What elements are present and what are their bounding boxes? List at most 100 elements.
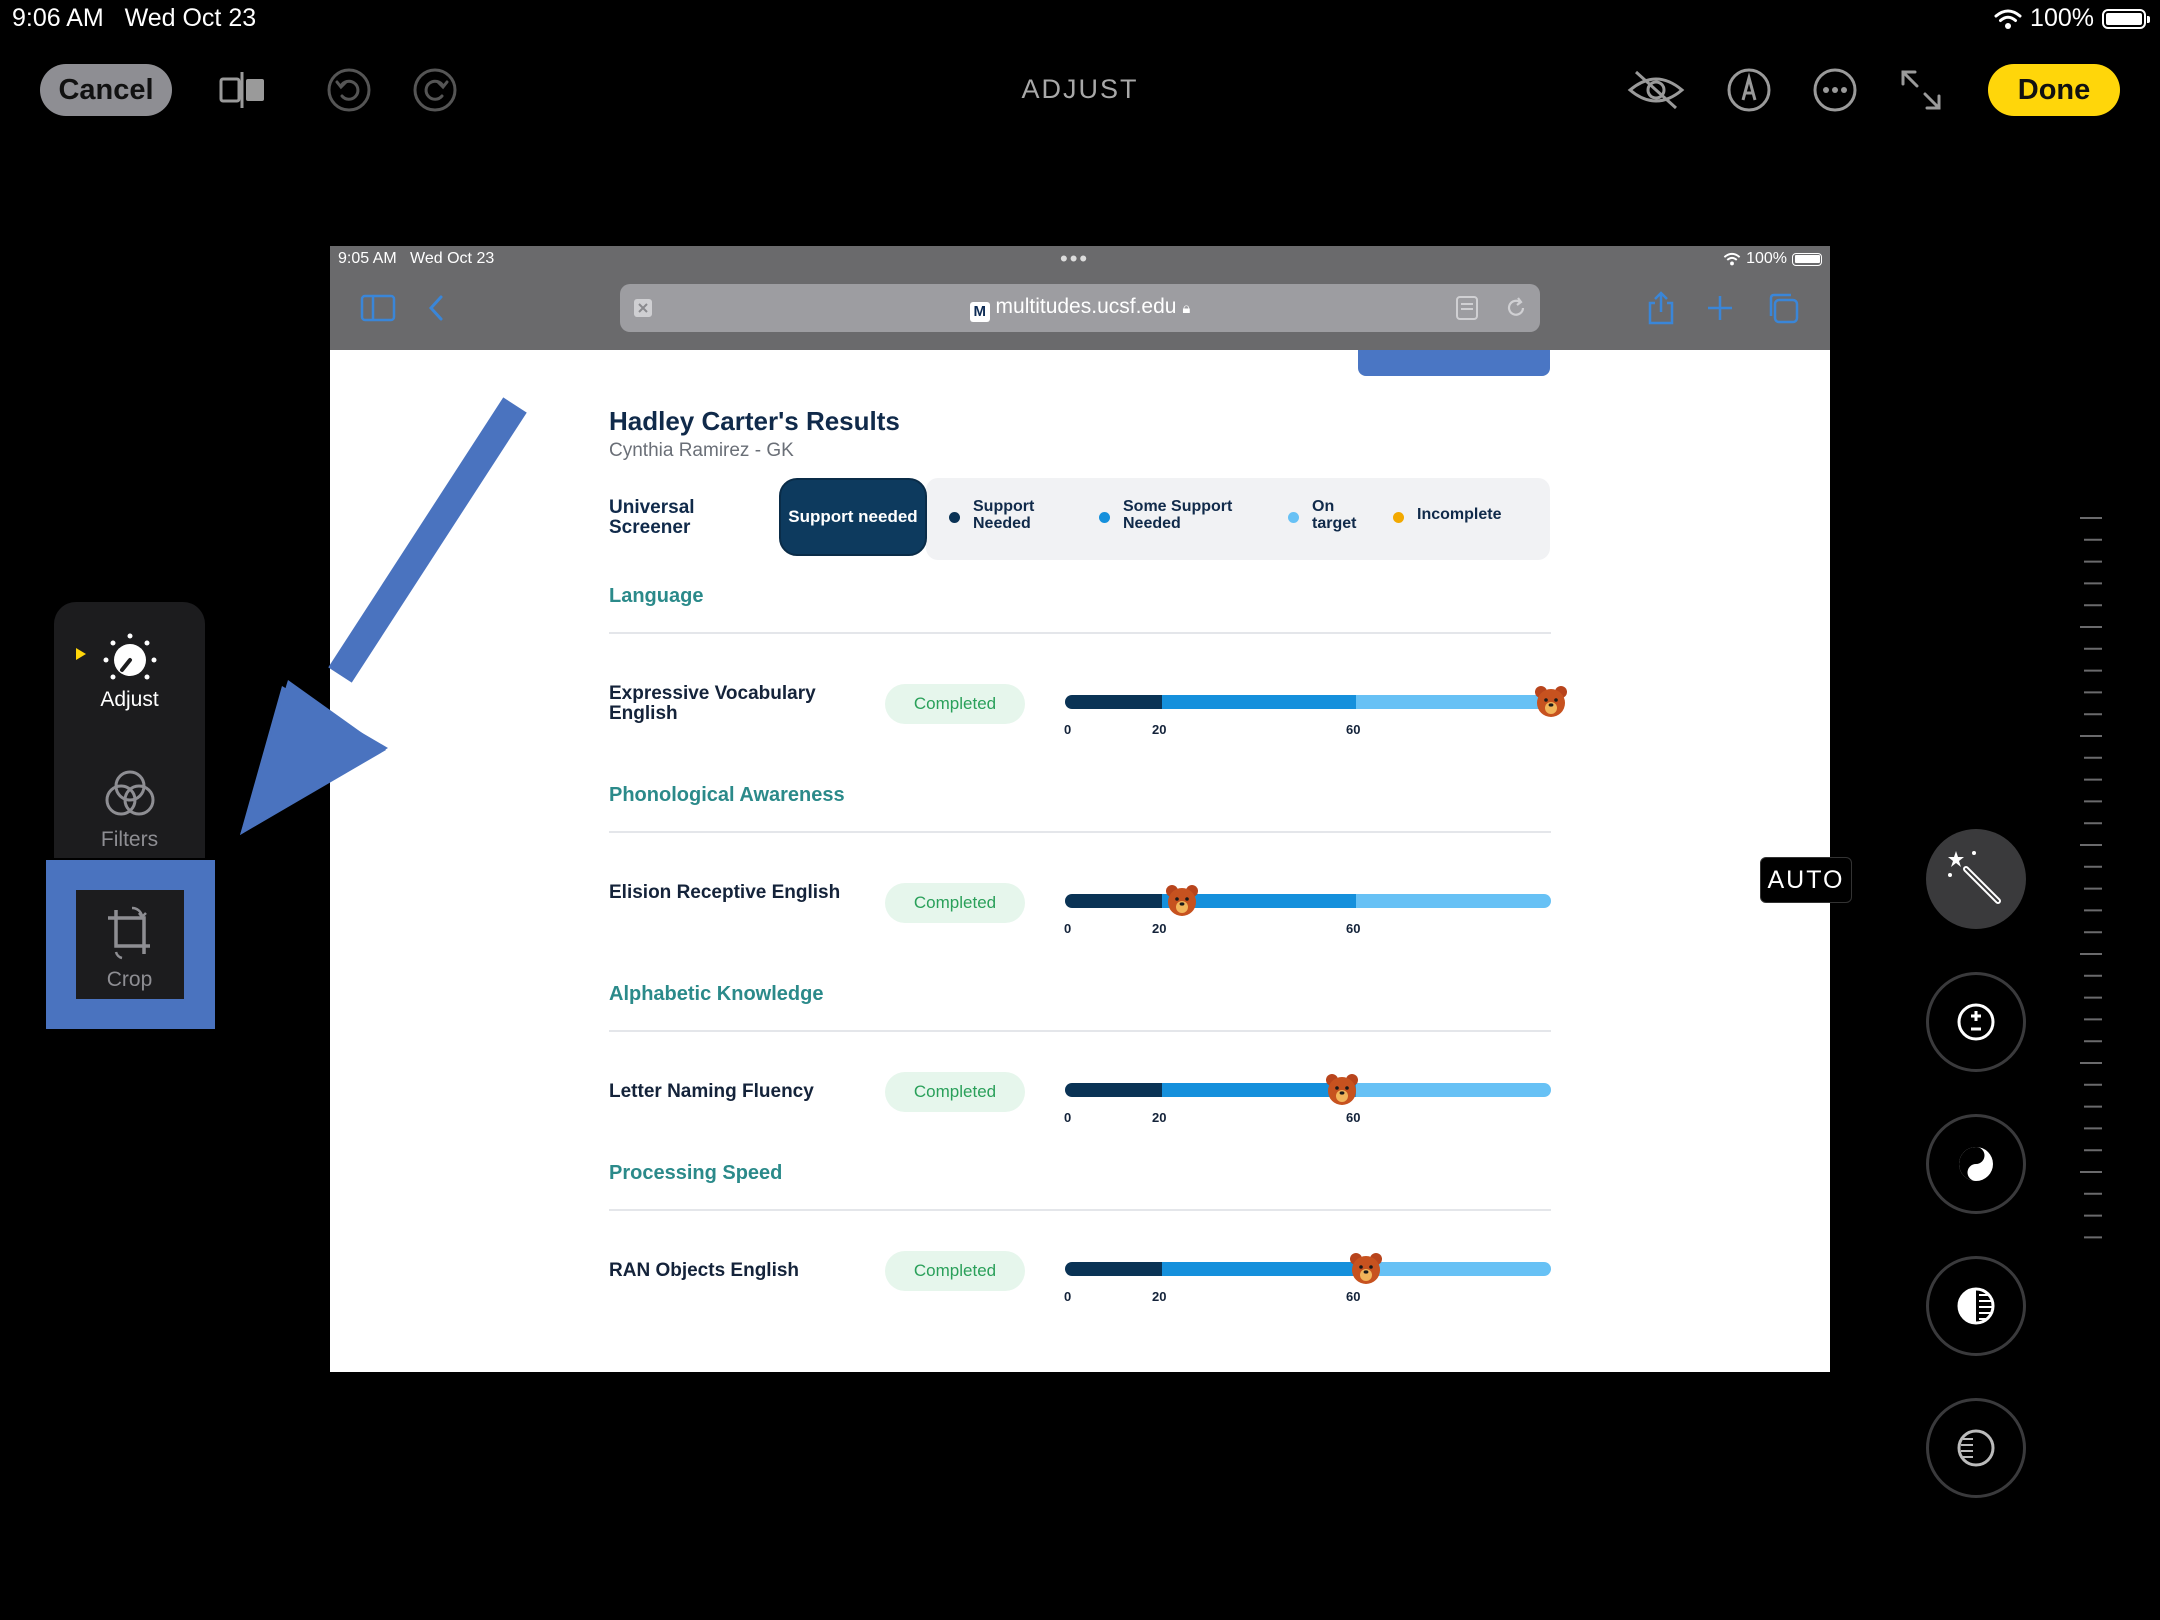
support-needed-pill: Support needed — [779, 478, 927, 556]
tick-label: 0 — [1064, 1110, 1072, 1125]
tick-label: 0 — [1064, 921, 1072, 936]
legend-dot — [1099, 512, 1110, 523]
edited-screenshot: 9:05 AM Wed Oct 23 ••• 100% M multitudes… — [330, 246, 1830, 1372]
legend-label: Support Needed — [973, 498, 1035, 532]
battery-percent: 100% — [2030, 4, 2094, 32]
site-favicon-icon: M — [969, 302, 990, 322]
row-label: Expressive Vocabulary English — [609, 683, 816, 724]
back-chevron-icon — [428, 295, 443, 321]
annotation-arrow — [240, 397, 527, 835]
status-badge: Completed — [885, 883, 1025, 923]
row-label: Elision Receptive English — [609, 882, 841, 903]
universal-screener-label: Universal Screener — [609, 497, 695, 538]
tick-label: 20 — [1152, 1110, 1167, 1125]
hide-eye-icon[interactable] — [1626, 66, 1686, 114]
tick-label: 20 — [1152, 921, 1167, 936]
shot-status-time: 9:05 AM Wed Oct 23 — [338, 250, 494, 268]
shadows-button[interactable] — [1926, 1398, 2026, 1498]
tick-label: 60 — [1346, 921, 1361, 936]
reload-icon — [1507, 297, 1525, 316]
shot-date: Wed Oct 23 — [410, 250, 495, 267]
tick-label: 0 — [1064, 722, 1072, 737]
legend-label: Incomplete — [1417, 506, 1502, 523]
crop-tool-label[interactable]: Crop — [54, 968, 205, 992]
results-title: Hadley Carter's Results — [609, 406, 900, 436]
shadows-icon — [1957, 1429, 1995, 1467]
results-page: Hadley Carter's Results Cynthia Ramirez … — [330, 350, 1830, 1372]
brilliance-icon — [1959, 1147, 1993, 1181]
row-label: RAN Objects English — [609, 1260, 800, 1281]
brilliance-button[interactable] — [1926, 1114, 2026, 1214]
url-row: M multitudes.ucsf.edu 🔒︎ — [620, 295, 1540, 322]
section-heading: Alphabetic Knowledge — [609, 983, 824, 1005]
bear-marker-icon — [1165, 885, 1198, 916]
score-track — [1065, 695, 1551, 709]
selected-indicator-icon — [76, 648, 86, 660]
reader-icon — [1456, 296, 1478, 320]
markup-icon[interactable] — [1725, 66, 1773, 114]
adjust-slider[interactable] — [2080, 516, 2104, 1246]
bear-marker-icon — [1350, 1253, 1383, 1284]
filters-tool-label[interactable]: Filters — [54, 828, 205, 852]
lock-icon: 🔒︎ — [1182, 300, 1191, 317]
legend-dot — [1393, 512, 1404, 523]
tick-label: 0 — [1064, 1289, 1072, 1304]
highlights-icon — [1957, 1287, 1995, 1325]
tick-label: 20 — [1152, 1289, 1167, 1304]
adjust-dial-icon[interactable] — [100, 630, 160, 690]
shot-battery-icon — [1792, 252, 1822, 266]
legend-label: On target — [1312, 498, 1357, 532]
status-time: 9:06 AM — [12, 4, 104, 32]
more-icon[interactable] — [1811, 66, 1859, 114]
magic-wand-icon — [1948, 851, 2001, 904]
section-heading: Processing Speed — [609, 1162, 783, 1184]
shot-time: 9:05 AM — [338, 250, 397, 267]
undo-icon[interactable] — [325, 66, 373, 114]
crop-icon[interactable] — [104, 904, 156, 960]
adjust-tool-label[interactable]: Adjust — [54, 688, 205, 712]
score-track — [1065, 1083, 1551, 1097]
section-heading: Language — [609, 585, 704, 607]
auto-label: AUTO — [1760, 857, 1852, 903]
multitask-dots: ••• — [1060, 246, 1090, 271]
cancel-button[interactable]: Cancel — [40, 64, 172, 116]
status-badge: Completed — [885, 1251, 1025, 1291]
tick-label: 60 — [1346, 1289, 1361, 1304]
sidebar-icon — [360, 294, 396, 322]
tick-label: 60 — [1346, 722, 1361, 737]
divider — [609, 632, 1551, 634]
row-label: Letter Naming Fluency — [609, 1081, 814, 1102]
shot-battery-percent: 100% — [1746, 250, 1787, 267]
filters-icon[interactable] — [104, 768, 156, 820]
tick-label: 20 — [1152, 722, 1167, 737]
score-track — [1065, 1262, 1551, 1276]
status-date: Wed Oct 23 — [124, 4, 257, 32]
status-bar-right: 100% — [1994, 4, 2150, 33]
shot-wifi-icon — [1723, 252, 1741, 266]
share-icon — [1648, 291, 1674, 325]
auto-enhance-button[interactable] — [1926, 829, 2026, 929]
status-badge: Completed — [885, 684, 1025, 724]
status-bar-time: 9:06 AM Wed Oct 23 — [12, 4, 256, 33]
section-heading: Phonological Awareness — [609, 784, 845, 806]
exposure-button[interactable] — [1926, 972, 2026, 1072]
done-button[interactable]: Done — [1988, 64, 2120, 116]
divider — [609, 831, 1551, 833]
status-badge: Completed — [885, 1072, 1025, 1112]
bear-marker-icon — [1326, 1074, 1359, 1105]
safari-toolbar: 9:05 AM Wed Oct 23 ••• 100% M multitudes… — [330, 246, 1830, 350]
tick-label: 60 — [1346, 1110, 1361, 1125]
wifi-icon — [1994, 9, 2022, 29]
compare-icon[interactable] — [218, 66, 266, 114]
partial-button — [1358, 350, 1550, 376]
url-text: multitudes.ucsf.edu — [995, 295, 1177, 318]
address-bar: M multitudes.ucsf.edu 🔒︎ — [620, 284, 1540, 332]
legend-label: Some Support Needed — [1123, 498, 1233, 532]
exposure-icon — [1957, 1003, 1995, 1041]
divider — [609, 1030, 1551, 1032]
redo-icon[interactable] — [411, 66, 459, 114]
legend-dot — [1288, 512, 1299, 523]
expand-icon[interactable] — [1897, 66, 1945, 114]
legend-dot — [949, 512, 960, 523]
highlights-button[interactable] — [1926, 1256, 2026, 1356]
